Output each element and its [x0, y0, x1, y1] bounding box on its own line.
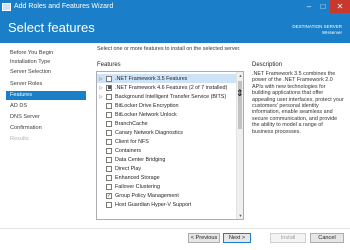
maximize-button[interactable]: □ — [316, 0, 330, 13]
nav-item-results: Results — [10, 136, 29, 142]
feature-row[interactable]: Containers — [97, 146, 236, 155]
feature-row[interactable]: Failover Clustering — [97, 182, 236, 191]
window-title: Add Roles and Features Wizard — [14, 3, 114, 10]
scroll-up-icon[interactable]: ▲ — [237, 72, 243, 79]
feature-checkbox[interactable] — [106, 156, 112, 163]
nav-item-features[interactable]: Features — [6, 91, 86, 100]
feature-checkbox[interactable] — [106, 129, 112, 136]
feature-checkbox[interactable] — [106, 120, 112, 127]
nav-item-installation-type[interactable]: Installation Type — [10, 58, 84, 67]
resize-cursor-icon: ⇕ — [236, 88, 244, 98]
feature-row[interactable]: Client for NFS — [97, 137, 236, 146]
feature-checkbox[interactable] — [106, 84, 112, 91]
feature-row[interactable]: ▷ .NET Framework 3.5 Features — [97, 74, 236, 83]
feature-row[interactable]: BitLocker Network Unlock — [97, 110, 236, 119]
feature-checkbox[interactable] — [106, 174, 112, 181]
feature-label: BitLocker Network Unlock — [115, 111, 177, 118]
feature-label: Containers — [115, 147, 142, 154]
feature-row[interactable]: BitLocker Drive Encryption — [97, 101, 236, 110]
feature-row[interactable]: ▷ .NET Framework 4.6 Features (2 of 7 in… — [97, 83, 236, 92]
cancel-button[interactable]: Cancel — [310, 233, 344, 243]
title-bar: Add Roles and Features Wizard – □ ✕ — [0, 0, 350, 13]
scroll-down-icon[interactable]: ▼ — [237, 212, 243, 219]
footer-divider — [0, 228, 350, 229]
previous-button[interactable]: < Previous — [188, 233, 220, 243]
nav-item-server-selection[interactable]: Server Selection — [10, 68, 84, 77]
feature-label: Enhanced Storage — [115, 174, 160, 181]
feature-label: Group Policy Management — [115, 192, 179, 199]
nav-item-server-roles[interactable]: Server Roles — [10, 80, 84, 89]
minimize-button[interactable]: – — [302, 0, 316, 13]
feature-label: Data Center Bridging — [115, 156, 166, 163]
next-button[interactable]: Next > — [223, 233, 251, 243]
feature-label: Background Intelligent Transfer Service … — [115, 93, 227, 100]
feature-checkbox[interactable] — [106, 111, 112, 118]
feature-label: Host Guardian Hyper-V Support — [115, 201, 192, 208]
feature-row[interactable]: ✓ Group Policy Management — [97, 191, 236, 200]
feature-label: .NET Framework 3.5 Features — [115, 75, 188, 82]
feature-label: BranchCache — [115, 120, 148, 127]
feature-row[interactable]: ▷ Background Intelligent Transfer Servic… — [97, 92, 236, 101]
nav-item-dns-server[interactable]: DNS Server — [10, 113, 84, 122]
feature-checkbox[interactable] — [106, 147, 112, 154]
nav-item-before-you-begin[interactable]: Before You Begin — [10, 49, 84, 58]
feature-label: Failover Clustering — [115, 183, 160, 190]
feature-row[interactable]: BranchCache — [97, 119, 236, 128]
feature-label: Direct Play — [115, 165, 142, 172]
feature-checkbox[interactable] — [106, 75, 112, 82]
wizard-nav: Before You Begin Installation Type Serve… — [0, 43, 87, 225]
expand-icon[interactable]: ▷ — [98, 85, 104, 91]
features-header: Features — [97, 62, 121, 68]
feature-label: Client for NFS — [115, 138, 149, 145]
description-header: Description — [252, 62, 283, 68]
feature-row[interactable]: Enhanced Storage — [97, 173, 236, 182]
feature-checkbox[interactable] — [106, 201, 112, 208]
app-icon — [2, 2, 11, 11]
destination-server-info: DESTINATION SERVER WHserver — [292, 24, 342, 36]
feature-checkbox[interactable] — [106, 102, 112, 109]
description-text: .NET Framework 3.5 combines the power of… — [252, 71, 344, 135]
page-title: Select features — [8, 20, 95, 35]
feature-row[interactable]: Canary Network Diagnostics — [97, 128, 236, 137]
feature-checkbox[interactable]: ✓ — [106, 192, 112, 199]
feature-label: BitLocker Drive Encryption — [115, 102, 179, 109]
expand-icon[interactable]: ▷ — [98, 76, 104, 82]
instruction-text: Select one or more features to install o… — [97, 46, 241, 52]
close-button[interactable]: ✕ — [330, 0, 350, 13]
feature-row[interactable]: Direct Play — [97, 164, 236, 173]
feature-row[interactable]: Data Center Bridging — [97, 155, 236, 164]
feature-checkbox[interactable] — [106, 183, 112, 190]
nav-item-confirmation[interactable]: Confirmation — [10, 124, 84, 133]
destination-server-name: WHserver — [322, 30, 342, 35]
expand-icon[interactable]: ▷ — [98, 94, 104, 100]
feature-checkbox[interactable] — [106, 165, 112, 172]
nav-item-ad-ds[interactable]: AD DS — [10, 102, 84, 111]
feature-label: Canary Network Diagnostics — [115, 129, 184, 136]
feature-checkbox[interactable] — [106, 93, 112, 100]
feature-checkbox[interactable] — [106, 138, 112, 145]
feature-label: .NET Framework 4.6 Features (2 of 7 inst… — [115, 84, 228, 91]
features-list[interactable]: ▷ .NET Framework 3.5 Features ▷ .NET Fra… — [96, 71, 244, 220]
feature-row[interactable]: Host Guardian Hyper-V Support — [97, 200, 236, 209]
install-button: Install — [270, 233, 306, 243]
